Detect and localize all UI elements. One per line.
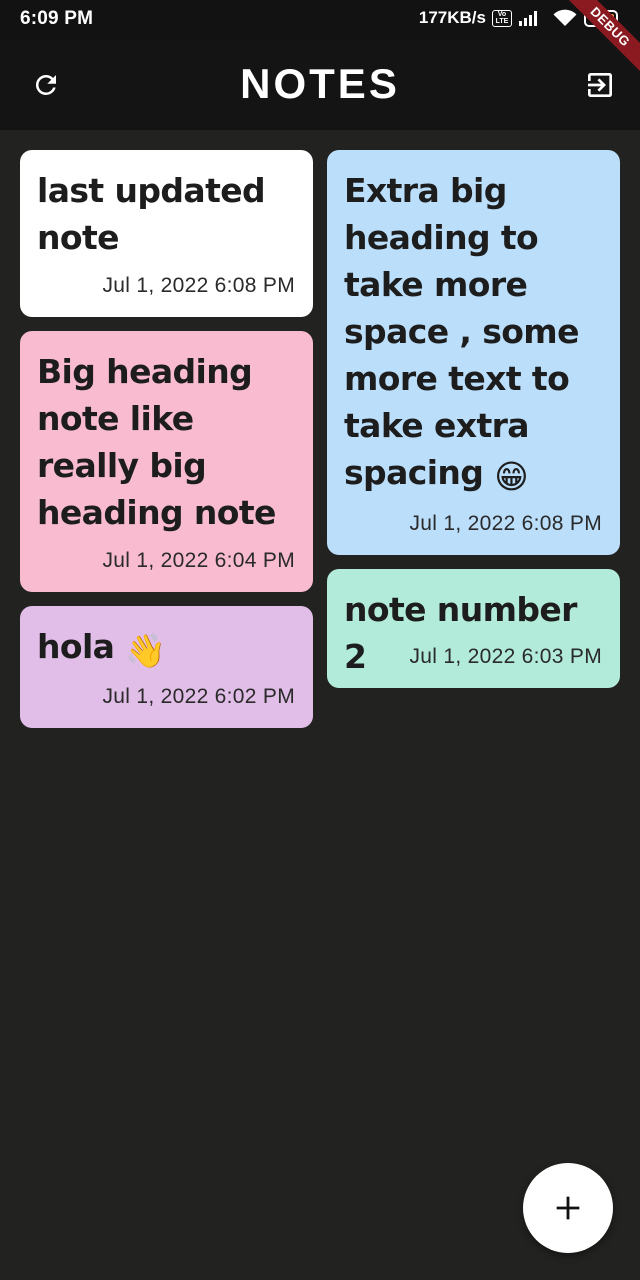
waving-hand-emoji: 👋 xyxy=(125,631,166,670)
note-title: last updated note xyxy=(37,171,266,257)
note-card[interactable]: hola 👋 Jul 1, 2022 6:02 PM xyxy=(20,606,313,728)
note-date: Jul 1, 2022 6:08 PM xyxy=(409,512,602,535)
network-speed: 177KB/s xyxy=(418,8,486,27)
wifi-icon xyxy=(553,9,577,26)
note-title-line: Extra big heading to take more space , s… xyxy=(344,167,606,500)
page-title: NOTES xyxy=(240,60,400,107)
plus-icon xyxy=(556,1196,580,1220)
note-title: Big heading note like really big heading… xyxy=(37,352,276,532)
note-title: Extra big heading to take more space , s… xyxy=(344,171,579,492)
add-note-button[interactable] xyxy=(523,1163,613,1253)
note-card[interactable]: Extra big heading to take more space , s… xyxy=(327,150,620,555)
note-title-line: hola 👋 xyxy=(37,623,299,674)
grinning-face-emoji: 😁 xyxy=(494,457,529,496)
app-bar: NOTES xyxy=(0,40,640,130)
note-card[interactable]: last updated note Jul 1, 2022 6:08 PM xyxy=(20,150,313,317)
note-date: Jul 1, 2022 6:04 PM xyxy=(102,549,295,572)
logout-icon xyxy=(588,73,612,97)
volte-bottom-text: LTE xyxy=(495,18,509,25)
volte-icon: Vo LTE xyxy=(492,9,512,27)
note-date: Jul 1, 2022 6:08 PM xyxy=(102,274,295,297)
note-title: hola xyxy=(37,627,115,666)
note-date: Jul 1, 2022 6:02 PM xyxy=(102,685,295,708)
logout-button[interactable] xyxy=(582,67,618,103)
note-card[interactable]: Big heading note like really big heading… xyxy=(20,331,313,592)
note-date: Jul 1, 2022 6:03 PM xyxy=(409,645,602,668)
signal-icon xyxy=(519,11,537,26)
status-time: 6:09 PM xyxy=(20,8,94,29)
status-bar: 6:09 PM 177KB/s Vo LTE 27 xyxy=(0,0,640,40)
volte-top-text: Vo xyxy=(497,11,507,18)
note-card[interactable]: note number 2 Jul 1, 2022 6:03 PM xyxy=(327,569,620,688)
